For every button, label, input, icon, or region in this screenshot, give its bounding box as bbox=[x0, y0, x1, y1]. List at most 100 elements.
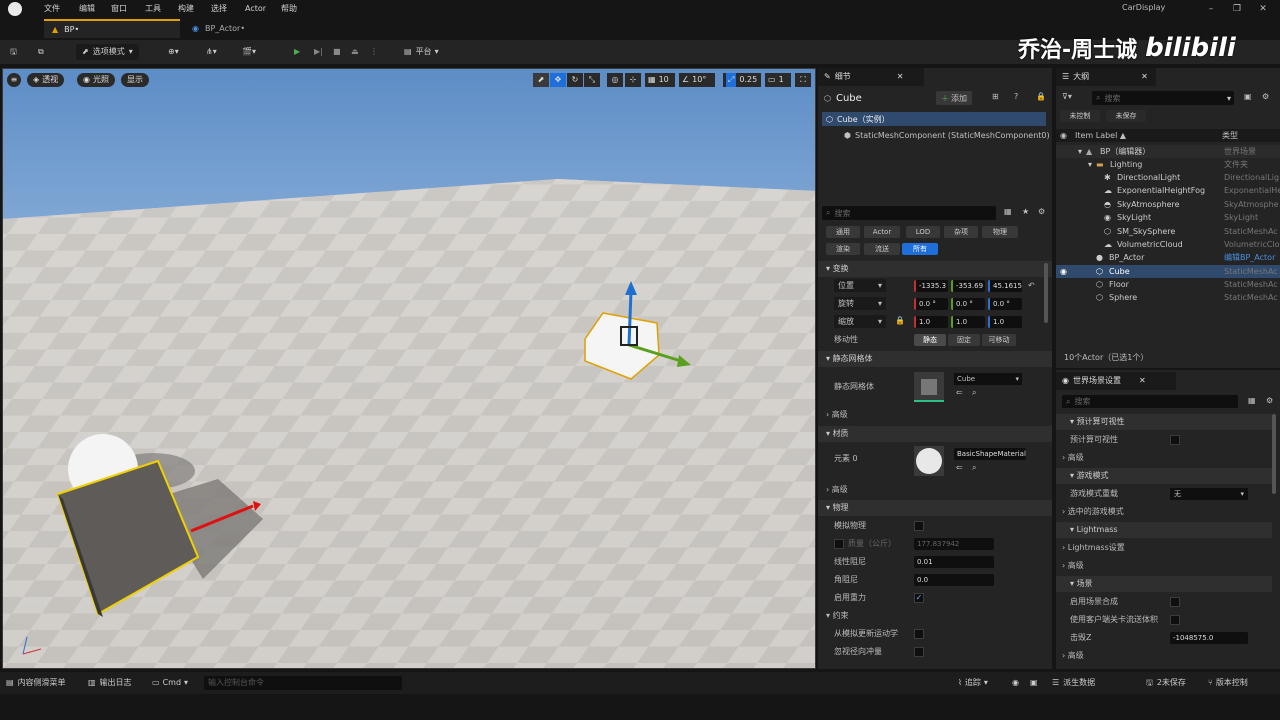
filter-actor[interactable]: Actor bbox=[864, 226, 900, 238]
close-icon[interactable]: ✕ bbox=[897, 68, 904, 86]
item-label-column[interactable]: Item Label ▲ bbox=[1075, 131, 1126, 140]
record-icon[interactable]: ◉ bbox=[1012, 676, 1024, 690]
close-window-icon[interactable]: ✕ bbox=[1256, 3, 1270, 15]
filter-lod[interactable]: LOD bbox=[906, 226, 940, 238]
add-actor-icon[interactable]: ⊕▾ bbox=[168, 44, 188, 60]
rotation-x-field[interactable]: 0.0 ° bbox=[914, 298, 948, 310]
translate-tool-icon[interactable]: ✥ bbox=[550, 73, 566, 87]
rotation-snap-button[interactable]: ∠ 10° bbox=[679, 73, 715, 87]
derived-data-button[interactable]: ☰ 派生数据 bbox=[1052, 676, 1095, 690]
camera-speed-button[interactable]: ▭ 1 bbox=[765, 73, 791, 87]
select-tool-icon[interactable]: ⬈ bbox=[533, 73, 549, 87]
physics-section[interactable]: ▾ 物理 bbox=[818, 500, 1052, 516]
filter-all[interactable]: 所有 bbox=[902, 243, 938, 255]
browse-icon[interactable]: ⌕ bbox=[972, 388, 976, 398]
world-settings-search-input[interactable]: ⌕ 搜索 bbox=[1062, 395, 1238, 408]
blueprint-convert-icon[interactable]: ⊞ bbox=[992, 92, 999, 101]
reset-location-icon[interactable]: ↶ bbox=[1028, 281, 1035, 290]
linear-damping-field[interactable]: 0.01 bbox=[914, 556, 994, 568]
table-view-icon[interactable]: ▦ bbox=[1248, 396, 1256, 405]
minimize-icon[interactable]: – bbox=[1204, 3, 1218, 15]
use-selected-icon[interactable]: ⇐ bbox=[956, 463, 963, 472]
close-icon[interactable]: ✕ bbox=[1141, 68, 1148, 86]
mobility-static[interactable]: 静态 bbox=[914, 334, 946, 346]
tab-bp[interactable]: ▲ BP• bbox=[44, 19, 180, 38]
save-icon[interactable]: 🖫 bbox=[10, 44, 24, 60]
not-saved-filter[interactable]: 未保存 bbox=[1106, 110, 1146, 122]
menu-tools[interactable]: 工具 bbox=[145, 2, 161, 16]
viewport-menu-icon[interactable]: ≡ bbox=[7, 73, 21, 87]
details-scrollbar[interactable] bbox=[1044, 263, 1048, 323]
outliner-row-sky-sphere[interactable]: ⬡ SM_SkySphere StaticMeshAc bbox=[1056, 225, 1280, 238]
menu-file[interactable]: 文件 bbox=[44, 2, 60, 16]
more-icon[interactable]: ⋮ bbox=[370, 44, 380, 60]
scale-z-field[interactable]: 1.0 bbox=[988, 316, 1022, 328]
menu-actor[interactable]: Actor bbox=[245, 2, 266, 16]
ws-advanced-1[interactable]: › 高级 bbox=[1062, 450, 1084, 466]
filter-physics[interactable]: 物理 bbox=[982, 226, 1018, 238]
ws-section-world[interactable]: ▾ 场景 bbox=[1056, 576, 1272, 592]
static-mesh-section[interactable]: ▾ 静态网格体 bbox=[818, 351, 1052, 367]
rotation-z-field[interactable]: 0.0 ° bbox=[988, 298, 1022, 310]
ws-kill-z-field[interactable]: -1048575.0 bbox=[1170, 632, 1248, 644]
table-view-icon[interactable]: ▦ bbox=[1004, 207, 1012, 216]
ws-precomputed-visibility-checkbox[interactable] bbox=[1170, 435, 1180, 445]
update-from-sim-checkbox[interactable] bbox=[914, 629, 924, 639]
type-column[interactable]: 类型 bbox=[1222, 130, 1238, 141]
output-log-button[interactable]: ▥ 输出日志 bbox=[88, 676, 132, 690]
ws-selected-game-mode[interactable]: › 选中的游戏模式 bbox=[1062, 504, 1124, 520]
component-root[interactable]: ⬡ Cube（实例） bbox=[822, 112, 1046, 126]
maximize-viewport-icon[interactable]: ⛶ bbox=[795, 73, 811, 87]
edit-bp-actor-link[interactable]: 编辑BP_Actor bbox=[1224, 251, 1280, 264]
scale-y-field[interactable]: 1.0 bbox=[951, 316, 985, 328]
static-mesh-dropdown[interactable]: Cube ▾ bbox=[954, 373, 1022, 385]
ws-section-game-mode[interactable]: ▾ 游戏模式 bbox=[1056, 468, 1272, 484]
ws-client-streaming-checkbox[interactable] bbox=[1170, 615, 1180, 625]
material-dropdown[interactable]: BasicShapeMaterial bbox=[954, 448, 1026, 460]
details-search-input[interactable]: ⌕ 搜索 bbox=[822, 206, 996, 220]
console-command-input[interactable]: 输入控制台命令 bbox=[204, 676, 402, 690]
outliner-row-bp[interactable]: ▾ ▲ BP（编辑器） 世界场景 bbox=[1056, 145, 1280, 158]
mass-override-checkbox[interactable] bbox=[834, 539, 844, 549]
visibility-icon[interactable]: ◉ bbox=[1060, 131, 1067, 140]
outliner-row-directional-light[interactable]: ✱ DirectionalLight DirectionalLig bbox=[1056, 171, 1280, 184]
outliner-row-lighting[interactable]: ▾ ▬ Lighting 文件夹 bbox=[1056, 158, 1280, 171]
ws-section-lightmass[interactable]: ▾ Lightmass bbox=[1056, 522, 1272, 538]
tab-outliner[interactable]: ☰ 大纲 ✕ bbox=[1056, 68, 1156, 86]
screenshot-icon[interactable]: ▣ bbox=[1030, 676, 1042, 690]
add-component-button[interactable]: ＋ 添加 bbox=[936, 91, 972, 105]
filter-rendering[interactable]: 渲染 bbox=[826, 243, 860, 255]
component-child[interactable]: ⬢ StaticMeshComponent (StaticMeshCompone… bbox=[844, 128, 1050, 142]
source-control-button[interactable]: ⑂ 版本控制 bbox=[1208, 676, 1248, 690]
materials-section[interactable]: ▾ 材质 bbox=[818, 426, 1052, 442]
ws-lightmass-settings[interactable]: › Lightmass设置 bbox=[1062, 540, 1125, 556]
rotation-mode-dropdown[interactable]: 旋转 ▾ bbox=[834, 297, 886, 310]
perspective-button[interactable]: ◈ 透视 bbox=[27, 73, 65, 87]
platform-dropdown[interactable]: ▤ 平台 ▾ bbox=[404, 44, 439, 60]
use-selected-icon[interactable]: ⇐ bbox=[956, 388, 963, 397]
level-viewport[interactable]: ≡ ◈ 透视 ◉ 光照 显示 ⬈ ✥ ↻ ⤡ ◎ ⊹ ▦ 10 ∠ 10° ⤢ … bbox=[2, 68, 816, 669]
mobility-stationary[interactable]: 固定 bbox=[948, 334, 980, 346]
add-folder-icon[interactable]: ▣ bbox=[1244, 92, 1252, 101]
unreal-logo-icon[interactable] bbox=[8, 2, 22, 16]
menu-help[interactable]: 帮助 bbox=[281, 2, 297, 16]
settings-icon[interactable]: ⚙ bbox=[1262, 92, 1269, 101]
ws-game-mode-dropdown[interactable]: 无 ▾ bbox=[1170, 488, 1248, 500]
maximize-icon[interactable]: ❐ bbox=[1230, 3, 1244, 15]
filter-icon[interactable]: ⊽▾ bbox=[1062, 92, 1072, 101]
tab-world-settings[interactable]: ◉ 世界场景设置 ✕ bbox=[1056, 372, 1176, 390]
simulate-physics-checkbox[interactable] bbox=[914, 521, 924, 531]
settings-icon[interactable]: ⚙ bbox=[1038, 207, 1045, 216]
outliner-search-input[interactable]: ⌕ 搜索 ▾ bbox=[1092, 91, 1234, 105]
unsaved-filter[interactable]: 未控制 bbox=[1060, 110, 1100, 122]
mesh-thumbnail[interactable] bbox=[914, 372, 944, 402]
trace-button[interactable]: ⌇ 追踪 ▾ bbox=[958, 676, 988, 690]
ws-world-composition-checkbox[interactable] bbox=[1170, 597, 1180, 607]
blueprint-menu-icon[interactable]: ⋔▾ bbox=[206, 44, 226, 60]
rotate-tool-icon[interactable]: ↻ bbox=[567, 73, 583, 87]
mobility-movable[interactable]: 可移动 bbox=[982, 334, 1016, 346]
step-icon[interactable]: ▶| bbox=[314, 44, 326, 60]
visibility-icon[interactable]: ◉ bbox=[1060, 265, 1067, 278]
materials-advanced[interactable]: › 高级 bbox=[826, 482, 848, 498]
browse-icon[interactable]: ⌕ bbox=[972, 463, 976, 473]
